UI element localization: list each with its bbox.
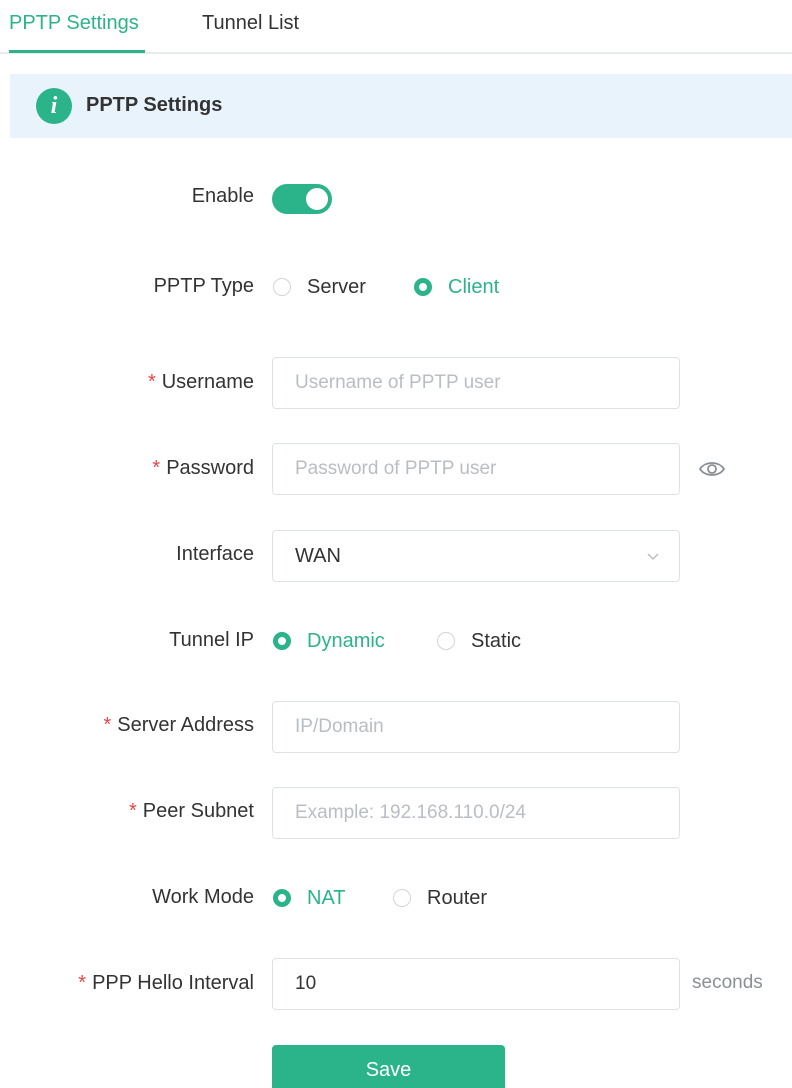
pptp-type-server-radio[interactable]: Server xyxy=(273,273,366,301)
password-input[interactable] xyxy=(272,443,680,495)
enable-label: Enable xyxy=(191,185,254,207)
chevron-down-icon xyxy=(647,553,659,561)
ppp-hello-interval-label: * PPP Hello Interval xyxy=(78,972,254,994)
radio-label: Router xyxy=(427,886,488,909)
radio-label: Static xyxy=(471,629,522,652)
enable-toggle[interactable] xyxy=(272,184,332,214)
tab-bar: PPTP Settings Tunnel List xyxy=(0,0,792,54)
save-button[interactable]: Save xyxy=(272,1045,505,1088)
info-icon: i xyxy=(36,88,72,124)
seconds-unit-label: seconds xyxy=(692,972,763,993)
required-marker: * xyxy=(103,714,112,736)
section-banner: i PPTP Settings xyxy=(10,74,792,138)
required-marker: * xyxy=(78,972,87,994)
work-mode-router-radio[interactable]: Router xyxy=(393,884,487,912)
pptp-type-label: PPTP Type xyxy=(153,275,254,297)
radio-circle xyxy=(273,889,291,907)
interface-label: Interface xyxy=(176,543,254,565)
pptp-settings-page: PPTP Settings Tunnel List i PPTP Setting… xyxy=(0,0,792,1088)
work-mode-nat-radio[interactable]: NAT xyxy=(273,884,346,912)
toggle-knob xyxy=(306,188,328,210)
radio-circle xyxy=(273,278,291,296)
username-label: * Username xyxy=(147,371,254,393)
radio-label: Dynamic xyxy=(307,629,385,652)
radio-label: Server xyxy=(307,275,366,298)
tunnel-ip-label: Tunnel IP xyxy=(169,629,254,651)
interface-select[interactable]: WAN xyxy=(272,530,680,582)
radio-label: Client xyxy=(448,275,500,298)
radio-circle xyxy=(414,278,432,296)
radio-circle xyxy=(393,889,411,907)
eye-icon[interactable] xyxy=(698,459,726,479)
work-mode-label: Work Mode xyxy=(152,886,254,908)
ppp-hello-interval-input[interactable] xyxy=(272,958,680,1010)
tunnel-ip-static-radio[interactable]: Static xyxy=(437,627,521,655)
active-tab-indicator xyxy=(9,50,145,53)
peer-subnet-label: * Peer Subnet xyxy=(129,800,254,822)
tab-pptp-settings[interactable]: PPTP Settings xyxy=(9,12,139,35)
radio-circle xyxy=(273,632,291,650)
peer-subnet-input[interactable] xyxy=(272,787,680,839)
server-address-input[interactable] xyxy=(272,701,680,753)
tunnel-ip-dynamic-radio[interactable]: Dynamic xyxy=(273,627,385,655)
required-marker: * xyxy=(129,800,137,822)
server-address-label: * Server Address xyxy=(103,714,254,736)
interface-value: WAN xyxy=(295,545,341,567)
password-label: * Password xyxy=(152,457,254,479)
required-marker: * xyxy=(147,371,156,393)
pptp-type-client-radio[interactable]: Client xyxy=(414,273,499,301)
radio-label: NAT xyxy=(307,886,346,909)
tab-tunnel-list[interactable]: Tunnel List xyxy=(202,12,299,35)
radio-circle xyxy=(437,632,455,650)
section-title: PPTP Settings xyxy=(86,94,223,116)
required-marker: * xyxy=(152,457,161,479)
username-input[interactable] xyxy=(272,357,680,409)
